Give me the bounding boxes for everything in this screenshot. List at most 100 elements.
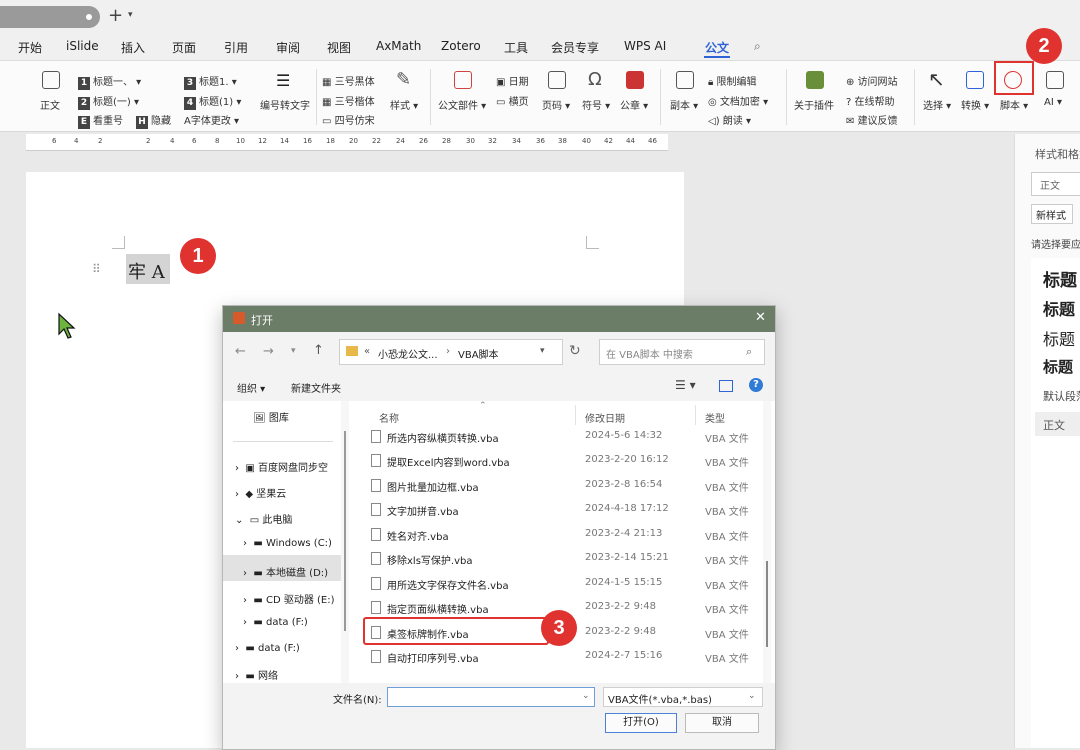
heading-view-button[interactable]: E 看重号: [78, 112, 123, 129]
read-aloud-button[interactable]: ◁) 朗读 ▾: [708, 112, 751, 127]
styles-button[interactable]: 样式 ▾: [390, 97, 418, 112]
new-folder-button[interactable]: 新建文件夹: [291, 380, 341, 395]
menu-islide[interactable]: iSlide: [66, 39, 99, 53]
page-number-button[interactable]: 页码 ▾: [542, 97, 570, 112]
recent-chevron-icon[interactable]: ▾: [291, 346, 296, 356]
heading1-button[interactable]: 1 标题一、 ▾: [78, 73, 141, 90]
search-icon[interactable]: ⌕: [754, 39, 761, 54]
document-tab[interactable]: [0, 6, 100, 28]
path-overflow[interactable]: «: [364, 346, 370, 357]
column-date[interactable]: 修改日期: [585, 410, 625, 425]
new-tab-plus-icon[interactable]: +: [108, 5, 123, 26]
online-help-button[interactable]: ? 在线帮助: [846, 93, 895, 108]
landscape-button[interactable]: ▭ 横页: [496, 93, 529, 108]
drag-handle-icon[interactable]: ⠿: [92, 262, 101, 276]
doc-parts-button[interactable]: 公文部件 ▾: [438, 97, 486, 112]
menu-member[interactable]: 会员专享: [551, 39, 599, 56]
about-plugin-button[interactable]: 关于插件: [794, 97, 834, 112]
cancel-button[interactable]: 取消: [685, 713, 759, 733]
heading2-button[interactable]: 2 标题(一) ▾: [78, 93, 139, 110]
menu-reference[interactable]: 引用: [224, 39, 248, 56]
organize-button[interactable]: 组织 ▾: [237, 380, 265, 395]
filetype-chevron-icon[interactable]: ⌄: [748, 691, 756, 701]
style-normal-button[interactable]: 正文: [40, 97, 60, 112]
convert-button[interactable]: 转换 ▾: [961, 97, 989, 112]
open-button[interactable]: 打开(O): [605, 713, 677, 733]
menu-zotero[interactable]: Zotero: [441, 39, 481, 53]
style-heading-item[interactable]: 标题: [1043, 356, 1073, 377]
menu-insert[interactable]: 插入: [121, 39, 145, 56]
close-icon[interactable]: ✕: [755, 310, 766, 325]
column-type[interactable]: 类型: [705, 410, 725, 425]
font-kai-button[interactable]: ▦ 三号楷体: [322, 93, 375, 108]
title1-button[interactable]: 3 标题1. ▾: [184, 73, 237, 90]
file-row[interactable]: 图片批量加边框.vba 2023-2-8 16:54 VBA 文件: [349, 474, 761, 498]
nav-drive-c[interactable]: › ▬ Windows (C:): [243, 538, 332, 549]
file-scroll-thumb[interactable]: [766, 561, 768, 647]
file-scrollbar[interactable]: [763, 401, 771, 683]
nav-baidu[interactable]: › ▣ 百度网盘同步空: [235, 459, 328, 474]
search-input[interactable]: 在 VBA脚本 中搜索 ⌕: [599, 339, 765, 365]
chevron-down-icon[interactable]: ▾: [128, 10, 133, 20]
seal-button[interactable]: 公章 ▾: [620, 97, 648, 112]
horizontal-ruler[interactable]: 6 4 2 2 4 6 8 10 12 14 16 18 20 22 24 26…: [26, 134, 668, 151]
preview-pane-icon[interactable]: [719, 380, 733, 392]
address-chevron-icon[interactable]: ▾: [540, 346, 545, 356]
font-fangsong-button[interactable]: ▭ 四号仿宋: [322, 112, 375, 127]
filename-input[interactable]: ⌄: [387, 687, 595, 707]
nav-jianguoyun[interactable]: › ◆ 坚果云: [235, 485, 286, 500]
forward-arrow-icon[interactable]: →: [263, 344, 274, 359]
style-heading-item[interactable]: 标题: [1043, 296, 1075, 320]
view-menu-icon[interactable]: ☰ ▾: [675, 378, 696, 392]
menu-home[interactable]: 开始: [18, 39, 42, 56]
restrict-edit-button[interactable]: 🔒︎ 限制编辑: [708, 73, 757, 88]
up-arrow-icon[interactable]: ↑: [313, 343, 324, 358]
nav-network[interactable]: › ▬ 网络: [235, 667, 278, 682]
script-button[interactable]: 脚本 ▾: [1000, 97, 1028, 112]
hide-button[interactable]: H 隐藏: [136, 112, 171, 129]
num-to-text-button[interactable]: 编号转文字: [260, 97, 310, 112]
file-row[interactable]: 用所选文字保存文件名.vba 2024-1-5 15:15 VBA 文件: [349, 572, 761, 596]
font-change-button[interactable]: A字体更改 ▾: [184, 112, 239, 127]
search-icon[interactable]: ⌕: [746, 345, 752, 359]
menu-page[interactable]: 页面: [172, 39, 196, 56]
close-dot-icon[interactable]: [86, 14, 92, 20]
file-row[interactable]: 所选内容纵横页转换.vba 2024-5-6 14:32 VBA 文件: [349, 425, 761, 449]
back-arrow-icon[interactable]: ←: [235, 344, 246, 359]
address-bar[interactable]: « 小恐龙公文... › VBA脚本 ▾: [339, 339, 563, 365]
path-segment[interactable]: 小恐龙公文...: [378, 346, 438, 361]
menu-official-doc[interactable]: 公文: [705, 39, 729, 56]
menu-wps-ai[interactable]: WPS AI: [624, 39, 666, 53]
title-paren1-button[interactable]: 4 标题(1) ▾: [184, 93, 241, 110]
nav-scroll-thumb[interactable]: [344, 431, 346, 631]
nav-drive-d[interactable]: › ▬ 本地磁盘 (D:): [243, 564, 328, 579]
nav-scrollbar[interactable]: [341, 401, 349, 683]
style-normal-item[interactable]: 正文: [1035, 412, 1080, 436]
nav-this-pc[interactable]: ⌄ ▭ 此电脑: [235, 511, 292, 526]
help-icon[interactable]: ?: [749, 378, 763, 392]
feedback-button[interactable]: ✉ 建议反馈: [846, 112, 898, 127]
new-style-button[interactable]: 新样式: [1031, 204, 1073, 224]
visit-site-button[interactable]: ⊕ 访问网站: [846, 73, 898, 88]
column-name[interactable]: 名称: [379, 410, 399, 425]
file-row[interactable]: 提取Excel内容到word.vba 2023-2-20 16:12 VBA 文件: [349, 449, 761, 473]
style-default-item[interactable]: 默认段落: [1043, 388, 1080, 404]
dialog-titlebar[interactable]: 打开 ✕: [223, 306, 775, 332]
font-hei-button[interactable]: ▦ 三号黑体: [322, 73, 375, 88]
refresh-icon[interactable]: ↻: [569, 343, 581, 359]
filetype-select[interactable]: VBA文件(*.vba,*.bas) ⌄: [603, 687, 763, 707]
path-segment[interactable]: VBA脚本: [458, 346, 499, 361]
menu-axmath[interactable]: AxMath: [376, 39, 421, 53]
menu-tools[interactable]: 工具: [504, 39, 528, 56]
filename-chevron-icon[interactable]: ⌄: [582, 691, 590, 701]
menu-view[interactable]: 视图: [327, 39, 351, 56]
select-button[interactable]: 选择 ▾: [923, 97, 951, 112]
nav-data-f[interactable]: › ▬ data (F:): [235, 643, 300, 654]
style-heading-item[interactable]: 标题: [1043, 266, 1077, 291]
date-button[interactable]: ▣ 日期: [496, 73, 529, 88]
nav-drive-f[interactable]: › ▬ data (F:): [243, 617, 308, 628]
menu-review[interactable]: 审阅: [276, 39, 300, 56]
file-row[interactable]: 文字加拼音.vba 2024-4-18 17:12 VBA 文件: [349, 498, 761, 522]
file-row[interactable]: 姓名对齐.vba 2023-2-4 21:13 VBA 文件: [349, 523, 761, 547]
copy-button[interactable]: 副本 ▾: [670, 97, 698, 112]
